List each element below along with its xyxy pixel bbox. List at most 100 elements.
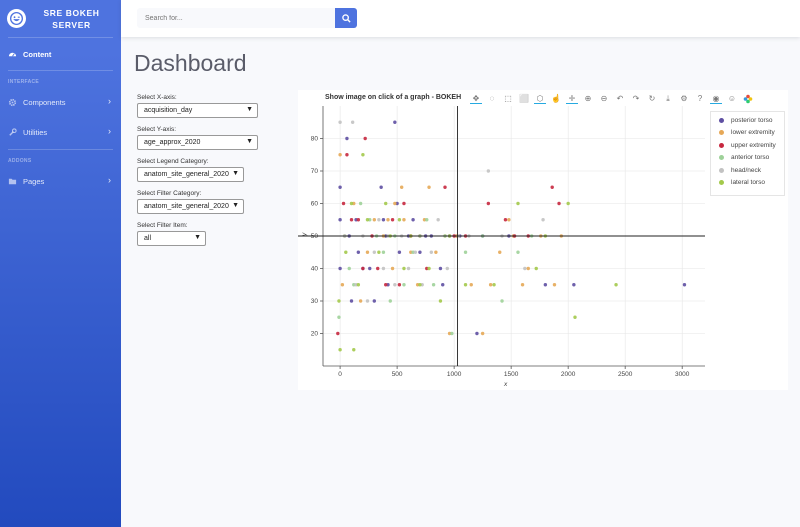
scatter-point [381,250,386,254]
scatter-point [418,250,422,254]
caret-down-icon: ▼ [246,138,253,145]
legend-swatch [719,142,724,148]
sidebar-item-label: Components [23,97,66,107]
y-axis-label: Select Y-axis: [137,126,177,133]
scatter-point [431,283,436,287]
search-button[interactable] [335,8,357,28]
scatter-point [488,283,493,287]
sidebar-item-content[interactable]: Content [0,38,121,70]
sidebar-item-components[interactable]: Components › [0,87,121,117]
scatter-point [492,283,496,287]
scatter-point [377,218,381,222]
scatter-point [338,266,342,271]
scatter-point [397,250,402,254]
topbar [121,0,800,37]
scatter-point [463,283,468,287]
tap-tool-icon[interactable]: ☝ [550,93,562,104]
scatter-point [534,266,538,271]
filter-item-value: all [144,235,152,242]
legend-swatch [719,167,724,173]
x-axis-select[interactable]: acquisition_day ▼ [137,103,258,118]
folder-icon [8,177,18,186]
scatter-point [390,218,395,222]
filter-item-select[interactable]: all ▼ [137,231,206,246]
lasso-select-icon[interactable]: ◌ [486,93,498,104]
legend-category-select[interactable]: anatom_site_general_2020 ▼ [137,167,244,182]
filter-category-select[interactable]: anatom_site_general_2020 ▼ [137,199,244,214]
undo-icon[interactable]: ↶ [614,93,626,104]
x-tick-label: 3000 [675,371,690,378]
scatter-point [520,283,525,287]
x-axis-value: acquisition_day [144,107,193,114]
legend-item[interactable]: head/neck [711,164,784,177]
x-tick-label: 0 [338,371,342,378]
scatter-point [411,218,415,222]
save-icon[interactable]: ⤓ [662,93,674,104]
scatter-point [436,218,440,222]
page-title: Dashboard [134,50,247,76]
brand-line2: SERVER [52,19,91,30]
hover-tool-icon-2[interactable]: ☺ [726,93,738,104]
crosshair-icon[interactable]: ✛ [566,93,578,104]
scatter-point [573,315,577,319]
scatter-point [507,218,511,222]
chevron-right-icon: › [108,96,111,106]
scatter-point [438,266,443,271]
y-axis-value: age_approx_2020 [144,139,201,146]
poly-select-icon[interactable]: ⬡ [534,93,546,104]
scatter-point [572,283,576,287]
scatter-point [397,283,402,287]
scatter-point [550,185,554,189]
scatter-point [344,250,348,254]
sidebar-item-utilities[interactable]: Utilities › [0,117,121,147]
chart-legend: posterior torso lower extremity upper extr… [710,111,785,196]
x-axis-label: Select X-axis: [137,94,177,101]
legend-label: upper extremity [731,141,776,149]
legend-swatch [719,180,724,186]
search-icon [341,13,351,23]
caret-down-icon: ▼ [232,170,239,177]
legend-item[interactable]: posterior torso [711,114,784,127]
scatter-point [443,185,447,189]
wheel-zoom-icon[interactable]: ⚙ [678,93,690,104]
scatter-point [427,266,431,271]
zoom-out-icon[interactable]: ⊖ [598,93,610,104]
scatter-point [397,218,402,222]
sidebar-item-label: Utilities [23,127,48,137]
scatter-point [350,120,355,124]
plot-toolbar: ✥ ◌ ⬚ ⬜ ⬡ ☝ ✛ ⊕ ⊖ ↶ ↷ ↻ ⤓ ⚙ ? ◉ ☺ [470,93,754,104]
scatter-point [418,283,422,287]
legend-item[interactable]: lower extremity [711,127,784,140]
scatter-point [361,266,365,271]
scatter-point [376,266,380,271]
reset-icon[interactable]: ↻ [646,93,658,104]
hover-tool-icon[interactable]: ◉ [710,93,722,104]
y-axis-select[interactable]: age_approx_2020 ▼ [137,135,258,150]
redo-icon[interactable]: ↷ [630,93,642,104]
box-select-icon[interactable]: ⬜ [518,93,530,104]
bokeh-logo-icon[interactable] [742,93,754,104]
scatter-point [445,266,449,271]
plot-title: Show image on click of a graph - BOKEH [325,94,462,101]
sidebar-item-pages[interactable]: Pages › [0,166,121,196]
pan-tool-icon[interactable]: ✥ [470,93,482,104]
scatter-point [349,218,354,222]
box-zoom-icon[interactable]: ⬚ [502,93,514,104]
brand[interactable]: SRE BOKEH SERVER [0,0,121,37]
laugh-wink-icon [7,9,26,28]
zoom-in-icon[interactable]: ⊕ [582,93,594,104]
scatter-point [347,266,351,271]
scatter-point [377,250,381,254]
legend-label: posterior torso [731,116,773,124]
search-group [137,8,357,28]
scatter-point [349,201,354,206]
legend-item[interactable]: anterior torso [711,152,784,165]
search-input[interactable] [137,8,335,28]
scatter-point [356,250,361,254]
scatter-point [349,299,354,303]
help-icon[interactable]: ? [694,93,706,104]
legend-item[interactable]: lateral torso [711,177,784,190]
scatter-point [384,283,388,287]
sidebar-heading-addons: ADDONS [8,158,32,164]
legend-item[interactable]: upper extremity [711,139,784,152]
